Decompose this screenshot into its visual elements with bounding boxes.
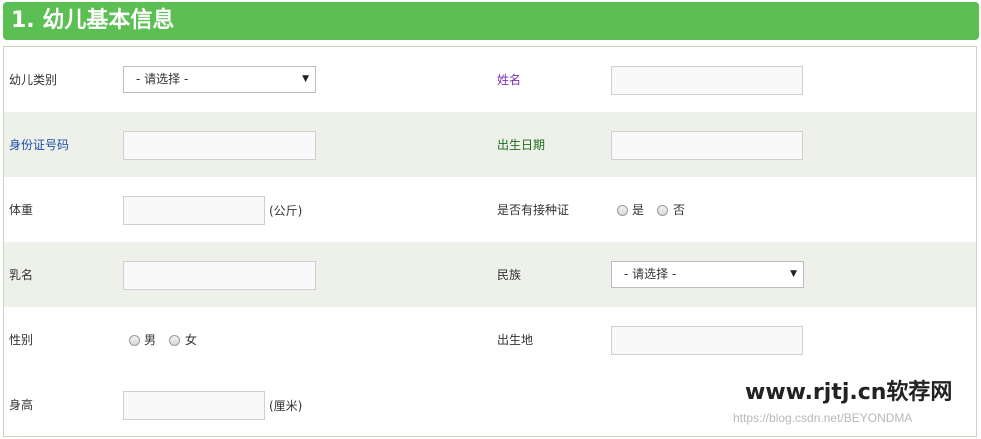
category-select[interactable]: - 请选择 - ▼ xyxy=(123,66,316,93)
vaccination-yes-radio[interactable] xyxy=(617,205,628,216)
gender-male-label: 男 xyxy=(144,333,157,347)
vaccination-label: 是否有接种证 xyxy=(497,203,570,217)
watermark-credit: https://blog.csdn.net/BEYONDMA xyxy=(733,411,913,425)
weight-unit: (公斤) xyxy=(269,204,303,218)
height-input[interactable] xyxy=(123,391,265,420)
form-row-4: 乳名 民族 - 请选择 - ▼ xyxy=(4,242,976,307)
nickname-label: 乳名 xyxy=(9,268,34,282)
name-input[interactable] xyxy=(611,66,803,95)
ethnicity-select-value: - 请选择 - xyxy=(624,267,677,281)
category-select-value: - 请选择 - xyxy=(136,72,189,86)
birthplace-label: 出生地 xyxy=(497,333,534,347)
birthplace-input[interactable] xyxy=(611,326,803,355)
form-row-5: 性别 男 女 出生地 xyxy=(4,307,976,372)
gender-label: 性别 xyxy=(9,333,34,347)
chevron-down-icon: ▼ xyxy=(302,74,309,84)
category-label: 幼儿类别 xyxy=(9,73,58,87)
name-label: 姓名 xyxy=(497,73,522,87)
section-title: 1. 幼儿基本信息 xyxy=(11,8,175,33)
section-header: 1. 幼儿基本信息 xyxy=(3,2,979,40)
birth-date-input[interactable] xyxy=(611,131,803,160)
weight-label: 体重 xyxy=(9,203,34,217)
gender-male-radio[interactable] xyxy=(129,335,140,346)
birth-date-label: 出生日期 xyxy=(497,138,546,152)
watermark-logo: www.rjtj.cn软荐网 xyxy=(745,380,953,405)
gender-female-label: 女 xyxy=(185,333,198,347)
vaccination-no-label: 否 xyxy=(673,203,686,217)
form-row-2: 身份证号码 出生日期 xyxy=(4,112,976,177)
form-row-1: 幼儿类别 - 请选择 - ▼ 姓名 xyxy=(4,47,976,112)
id-number-input[interactable] xyxy=(123,131,316,160)
height-unit: (厘米) xyxy=(269,399,303,413)
form-row-3: 体重 (公斤) 是否有接种证 是 否 xyxy=(4,177,976,242)
gender-female-radio[interactable] xyxy=(169,335,180,346)
height-label: 身高 xyxy=(9,398,34,412)
weight-input[interactable] xyxy=(123,196,265,225)
chevron-down-icon: ▼ xyxy=(790,269,797,279)
vaccination-yes-label: 是 xyxy=(632,203,645,217)
nickname-input[interactable] xyxy=(123,261,316,290)
vaccination-no-radio[interactable] xyxy=(657,205,668,216)
ethnicity-label: 民族 xyxy=(497,268,522,282)
id-number-label: 身份证号码 xyxy=(9,138,70,152)
ethnicity-select[interactable]: - 请选择 - ▼ xyxy=(611,261,804,288)
